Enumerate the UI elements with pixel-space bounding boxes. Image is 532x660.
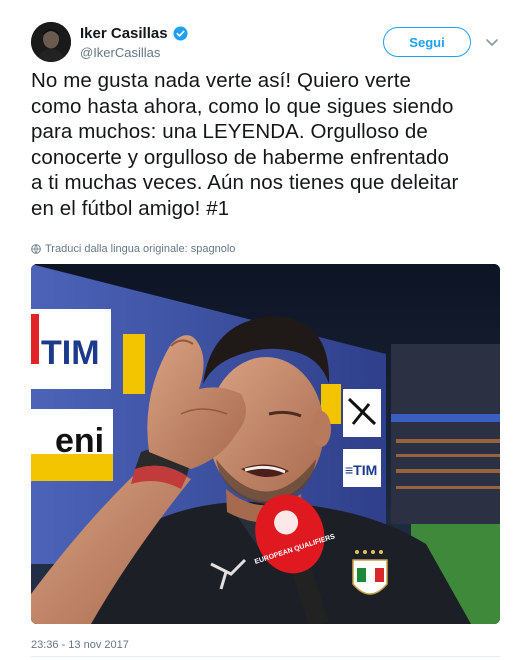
tweet-timestamp[interactable]: 23:36 - 13 nov 2017 [31,639,129,651]
verified-badge-icon [173,26,188,41]
avatar[interactable] [31,22,71,62]
board-eni-text: eni [55,422,104,460]
tweet-card: Iker Casillas @IkerCasillas Segui No me … [0,0,532,660]
tweet-photo[interactable]: TIM eni ≡TIM EUROPEAN QUALIFIERS [31,264,500,624]
svg-text:≡TIM: ≡TIM [345,462,377,478]
chevron-down-icon[interactable] [484,34,500,50]
user-name-text: Iker Casillas [80,25,168,42]
translate-text: Traduci dalla lingua originale: spagnolo [45,243,236,255]
follow-button[interactable]: Segui [383,27,471,57]
user-handle[interactable]: @IkerCasillas [80,45,160,60]
translate-link[interactable]: Traduci dalla lingua originale: spagnolo [31,243,235,255]
tweet-text: No me gusta nada verte así! Quiero verte… [31,69,459,220]
user-name[interactable]: Iker Casillas [80,25,188,42]
divider [31,656,500,657]
globe-icon [31,244,41,254]
board-tim-text: TIM [41,334,100,372]
